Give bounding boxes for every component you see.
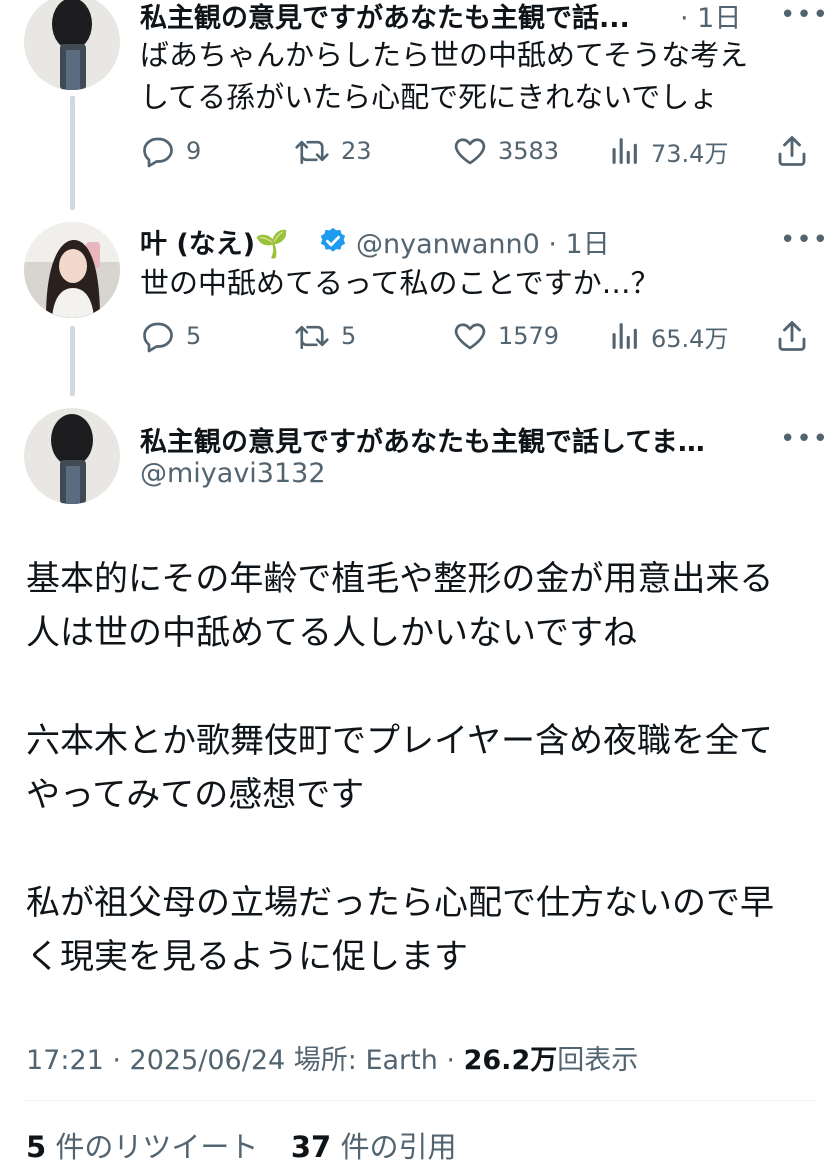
views-icon xyxy=(612,138,637,164)
verified-icon[interactable] xyxy=(318,226,348,256)
more-icon[interactable]: ••• xyxy=(780,225,829,255)
like-icon xyxy=(454,138,486,165)
views-count: 65.4万 xyxy=(651,324,729,353)
reply-icon xyxy=(143,137,173,168)
views-button[interactable]: 73.4万 xyxy=(607,133,728,169)
main-tweet-text: 基本的にその年齢で植毛や整形の金が用意出来る 人は世の中舐めてる人しかいないです… xyxy=(26,559,774,977)
tweet-text: ばあちゃんからしたら世の中舐めてそうな考え してる孫がいたら心配で死にきれないで… xyxy=(140,38,749,114)
tweet-author-name[interactable]: 叶 (なえ)🌱 xyxy=(140,222,289,261)
reply-count: 5 xyxy=(186,322,202,350)
views-button[interactable]: 65.4万 xyxy=(607,318,728,354)
retweet-button[interactable]: 23 xyxy=(293,133,372,169)
share-button[interactable] xyxy=(774,133,810,169)
views-total: 26.2万 xyxy=(463,1045,558,1076)
quotes-stat[interactable]: 37 件の引用 xyxy=(291,1130,457,1164)
reply-button[interactable]: 9 xyxy=(140,133,201,169)
divider xyxy=(26,1100,816,1101)
thread-line xyxy=(70,96,75,210)
avatar-nae[interactable] xyxy=(24,222,120,318)
retweet-icon xyxy=(295,140,329,165)
sprout-emoji: 🌱 xyxy=(255,229,289,260)
like-count: 3583 xyxy=(498,137,560,165)
share-icon xyxy=(778,136,806,166)
retweet-icon xyxy=(295,325,329,350)
reply-count: 9 xyxy=(186,137,202,165)
tweet-text: 世の中舐めてるって私のことですか…？ xyxy=(140,266,660,300)
tweet-handle[interactable]: @nyanwann0 xyxy=(356,229,540,260)
like-button[interactable]: 3583 xyxy=(452,133,559,169)
like-icon xyxy=(454,323,486,350)
reply-icon xyxy=(143,322,173,353)
main-handle[interactable]: @miyavi3132 xyxy=(140,458,326,489)
tweet-timestamp: 17:21 · 2025/06/24 場所: Earth · 26.2万回表示 xyxy=(26,1045,639,1076)
retweet-count: 5 xyxy=(341,322,357,350)
views-count: 73.4万 xyxy=(651,139,729,168)
main-author-name[interactable]: 私主観の意見ですがあなたも主観で話してま… xyxy=(140,420,770,459)
retweet-count: 23 xyxy=(341,137,372,165)
views-icon xyxy=(612,323,637,349)
tweet-stats: 5 件のリツイート 37 件の引用 xyxy=(26,1124,456,1166)
like-button[interactable]: 1579 xyxy=(452,318,559,354)
more-icon[interactable]: ••• xyxy=(780,0,829,30)
thread-line xyxy=(70,326,75,396)
views-label: 回表示 xyxy=(557,1045,639,1076)
avatar-miyavi[interactable] xyxy=(24,408,120,504)
tweet-time[interactable]: · 1日 xyxy=(680,0,741,35)
share-icon xyxy=(778,321,806,351)
tweet-time[interactable]: · 1日 xyxy=(548,229,609,260)
reply-button[interactable]: 5 xyxy=(140,318,201,354)
like-count: 1579 xyxy=(498,322,560,350)
avatar-miyavi-top[interactable] xyxy=(24,0,120,90)
more-icon[interactable]: ••• xyxy=(780,424,829,454)
retweet-button[interactable]: 5 xyxy=(293,318,356,354)
share-button[interactable] xyxy=(774,318,810,354)
tweet-author-name[interactable]: 私主観の意見ですがあなたも主観で話... xyxy=(140,0,680,35)
retweets-stat[interactable]: 5 件のリツイート xyxy=(26,1130,258,1164)
